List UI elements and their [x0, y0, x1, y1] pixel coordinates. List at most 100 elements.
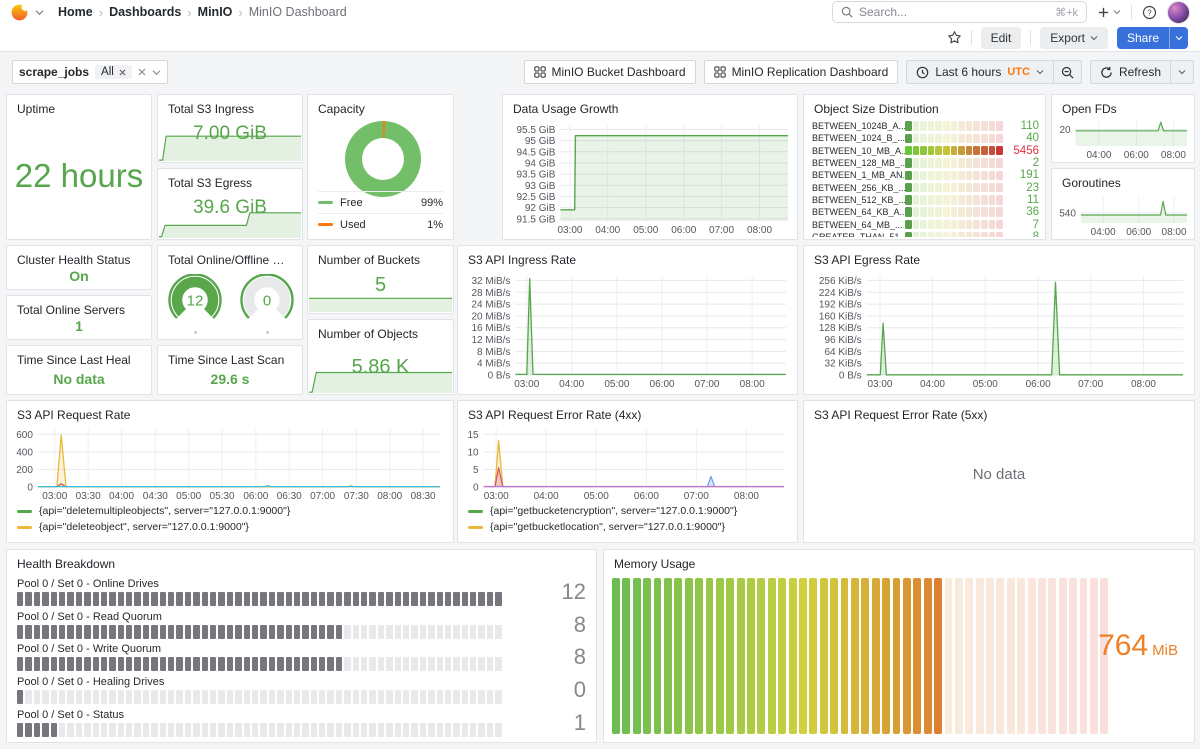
breadcrumb-item[interactable]: Home [58, 5, 93, 19]
panel-title[interactable]: Total Online Servers [7, 296, 151, 317]
bargauge-cell [981, 134, 988, 144]
bargauge-cell [928, 183, 935, 193]
time-range-picker[interactable]: Last 6 hours UTC [906, 60, 1054, 84]
bargauge-cell [905, 134, 912, 144]
panel-title[interactable]: Number of Buckets [308, 246, 453, 267]
legend-label: {api="getbucketencryption", server="127.… [490, 505, 737, 517]
panel-title[interactable]: Open FDs [1052, 95, 1194, 116]
bargauge-cells [905, 195, 1003, 205]
panel-title[interactable]: Number of Objects [308, 320, 453, 341]
panel-title[interactable]: Total Online/Offline Dri... [158, 246, 302, 267]
star-icon[interactable] [947, 30, 962, 45]
refresh-interval-chevron[interactable] [1170, 60, 1194, 84]
panel-title[interactable]: Total S3 Egress [158, 169, 302, 190]
bargauge-cell [935, 146, 942, 156]
svg-text:0 B/s: 0 B/s [839, 371, 862, 382]
memory-segment [1038, 578, 1046, 734]
health-label: Pool 0 / Set 0 - Write Quorum [17, 643, 502, 655]
panel-title[interactable]: S3 API Ingress Rate [458, 246, 797, 267]
capacity-legend-row[interactable]: Free99% [318, 191, 443, 213]
panel-title[interactable]: Time Since Last Scan [158, 346, 302, 367]
legend-item[interactable]: {api="getbucketencryption", server="127.… [468, 503, 737, 519]
ingress-value: 7.00 GiB [158, 123, 302, 145]
bargauge-label: BETWEEN_512_KB_... [812, 195, 905, 205]
bargauge-cell [920, 207, 927, 217]
user-avatar[interactable] [1167, 1, 1190, 24]
share-button[interactable]: Share [1117, 27, 1188, 49]
breadcrumb-item[interactable]: MinIO Dashboard [249, 5, 347, 19]
legend-item[interactable]: {api="deletemultipleobjects", server="12… [17, 503, 290, 519]
panel-number-of-buckets: Number of Buckets 5 [307, 245, 454, 314]
legend-item[interactable]: {api="deleteobject", server="127.0.0.1:9… [17, 519, 290, 535]
uptime-value: 22 hours [7, 157, 151, 195]
variable-scrape-jobs[interactable]: scrape_jobs All [12, 60, 168, 84]
memory-segment [965, 578, 973, 734]
panel-title[interactable]: Memory Usage [604, 550, 1194, 571]
bargauge-cell [981, 207, 988, 217]
bargauge-row: BETWEEN_1024B_A...110 [812, 120, 1039, 132]
edit-button[interactable]: Edit [981, 27, 1022, 49]
panel-title[interactable]: Capacity [308, 95, 453, 116]
breadcrumb-item[interactable]: Dashboards [109, 5, 181, 19]
panel-title[interactable]: Time Since Last Heal [7, 346, 151, 367]
export-button[interactable]: Export [1040, 27, 1108, 49]
panel-title[interactable]: Goroutines [1052, 169, 1194, 190]
capacity-legend-row[interactable]: Used1% [318, 213, 443, 235]
online-servers-value: 1 [7, 318, 151, 334]
bargauge-cell [943, 121, 950, 131]
bargauge-cell [966, 121, 973, 131]
variable-value-chip[interactable]: All [95, 65, 132, 79]
memory-segment [737, 578, 745, 734]
panel-title[interactable]: S3 API Request Error Rate (4xx) [458, 401, 797, 422]
bargauge-cell [966, 171, 973, 181]
help-icon[interactable]: ? [1142, 5, 1157, 20]
svg-text:96 KiB/s: 96 KiB/s [824, 335, 861, 346]
panel-title[interactable]: Data Usage Growth [503, 95, 797, 116]
search-input[interactable]: Search... ⌘+k [832, 1, 1087, 23]
last-scan-value: 29.6 s [158, 371, 302, 387]
svg-text:16 MiB/s: 16 MiB/s [471, 323, 510, 334]
health-label: Pool 0 / Set 0 - Read Quorum [17, 611, 502, 623]
bargauge-cell [966, 146, 973, 156]
minio-bucket-dashboard-button[interactable]: MinIO Bucket Dashboard [524, 60, 696, 84]
svg-text:07:00: 07:00 [694, 379, 719, 389]
bargauge-label: BETWEEN_1_MB_AN... [812, 170, 905, 180]
bargauge-cell [913, 121, 920, 131]
svg-text:03:00: 03:00 [42, 491, 67, 501]
breadcrumb-item[interactable]: MinIO [198, 5, 233, 19]
bargauge-label: BETWEEN_128_MB_... [812, 158, 905, 168]
bargauge-cell [951, 121, 958, 131]
minio-replication-dashboard-button[interactable]: MinIO Replication Dashboard [704, 60, 899, 84]
legend-item[interactable]: {api="getbucketlocation", server="127.0.… [468, 519, 737, 535]
panel-title[interactable]: Health Breakdown [7, 550, 596, 571]
svg-text:95.5 GiB: 95.5 GiB [516, 125, 555, 136]
refresh-button[interactable]: Refresh [1090, 60, 1171, 84]
open-fds-chart: 2004:0006:0008:00 [1056, 117, 1190, 160]
chevron-down-icon[interactable] [152, 69, 161, 76]
capacity-donut [345, 121, 421, 197]
panel-title[interactable]: S3 API Request Rate [7, 401, 453, 422]
panel-title[interactable]: Uptime [7, 95, 151, 116]
panel-total-s3-egress: Total S3 Egress 39.6 GiB [157, 168, 303, 240]
panel-title[interactable]: S3 API Request Error Rate (5xx) [804, 401, 1194, 422]
panel-title[interactable]: Object Size Distribution [804, 95, 1045, 116]
memory-segment [945, 578, 953, 734]
panel-title[interactable]: S3 API Egress Rate [804, 246, 1194, 267]
clear-icon[interactable] [138, 68, 146, 76]
health-label: Pool 0 / Set 0 - Online Drives [17, 578, 502, 590]
panel-title[interactable]: Cluster Health Status [7, 246, 151, 267]
legend-color-dash [17, 526, 32, 529]
health-value: 8 [502, 644, 586, 670]
org-switcher-chevron-icon[interactable] [35, 9, 44, 16]
bargauge-cell [905, 121, 912, 131]
svg-text:03:00: 03:00 [867, 379, 892, 389]
request-rate-legend: {api="deletemultipleobjects", server="12… [17, 503, 290, 535]
request-rate-chart: 600400200003:0003:3004:0004:3005:0005:30… [13, 425, 443, 501]
grafana-logo-icon[interactable] [10, 3, 29, 22]
add-button[interactable] [1097, 6, 1121, 19]
svg-text:04:00: 04:00 [559, 379, 584, 389]
share-options-chevron-icon[interactable] [1169, 27, 1188, 49]
panel-title[interactable]: Total S3 Ingress [158, 95, 302, 116]
zoom-out-time-button[interactable] [1053, 60, 1082, 84]
bargauge-cell [958, 171, 965, 181]
